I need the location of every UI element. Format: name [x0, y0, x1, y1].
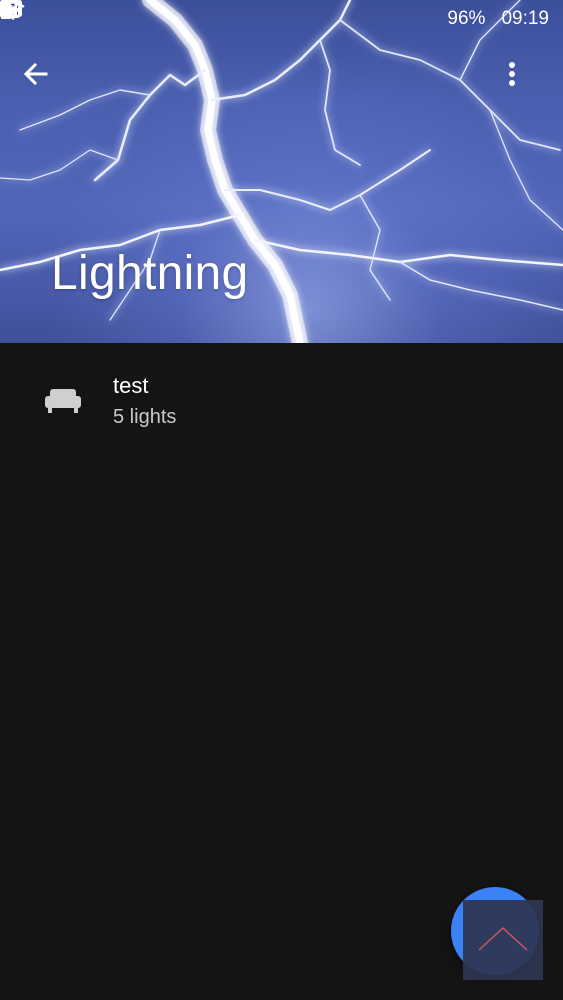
battery-percent: 96%	[447, 8, 486, 29]
header-image: 96% 09:19 Lightning	[0, 0, 563, 343]
screen: 96% 09:19 Lightning test 5 lights	[0, 0, 563, 1000]
room-name: test	[113, 373, 149, 398]
page-title: Lightning	[51, 247, 249, 300]
room-item[interactable]: test 5 lights	[0, 343, 563, 459]
back-button[interactable]	[22, 60, 66, 104]
scroll-top-button[interactable]	[463, 900, 543, 980]
sofa-icon	[44, 386, 82, 416]
more-options-button[interactable]	[508, 60, 548, 104]
clock: 09:19	[501, 8, 549, 29]
room-light-count: 5 lights	[113, 406, 177, 428]
chevron-up-icon	[473, 918, 533, 963]
room-list: test 5 lights	[0, 343, 563, 459]
status-bar: 96% 09:19	[0, 0, 563, 38]
